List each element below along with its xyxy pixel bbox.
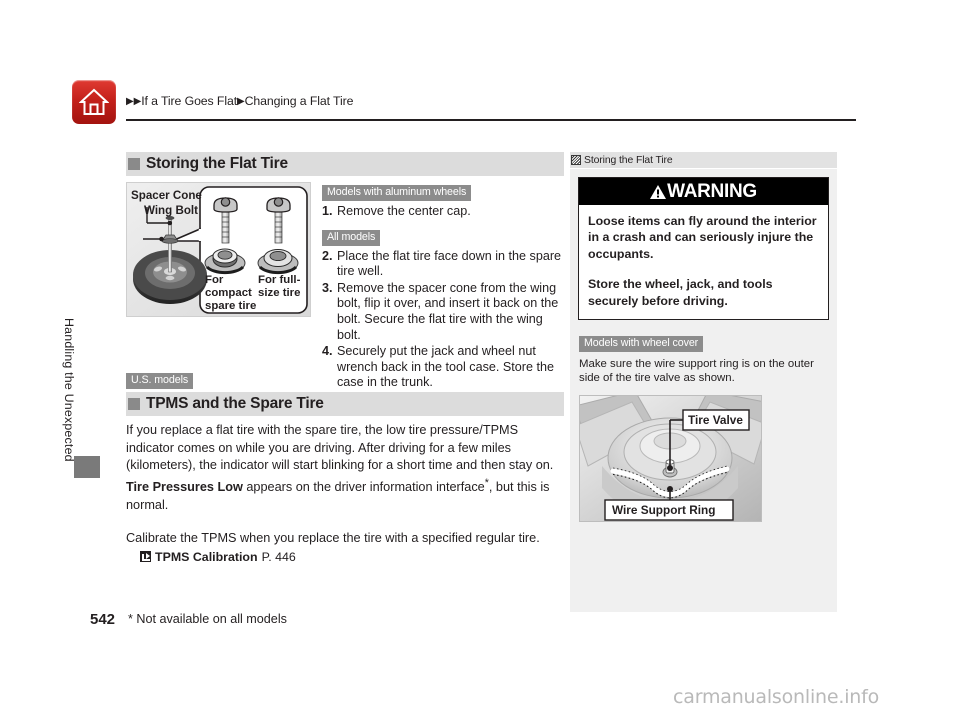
tpms-para1-part-a: If you replace a flat tire with the spar… [126, 423, 554, 473]
breadcrumb-prefix-icon: ▶▶ [126, 96, 142, 107]
section-heading-storing-flat-tire: Storing the Flat Tire [126, 152, 564, 176]
step-text: Place the flat tire face down in the spa… [337, 248, 562, 279]
section-bullet-icon [128, 158, 140, 170]
page-header: ▶▶If a Tire Goes Flat▶Changing a Flat Ti… [72, 80, 856, 128]
watermark: carmanualsonline.info [673, 686, 880, 708]
step-text: Remove the center cap. [337, 204, 471, 218]
header-divider [126, 119, 856, 121]
tpms-para1-part-b: appears on the driver information interf… [242, 480, 485, 495]
steps-list: Models with aluminum wheels 1. Remove th… [322, 182, 566, 392]
home-icon[interactable] [72, 80, 116, 124]
warning-title: WARNING [667, 180, 757, 202]
breadcrumb: ▶▶If a Tire Goes Flat▶Changing a Flat Ti… [126, 94, 353, 108]
tag-models-with-wheel-cover: Models with wheel cover [579, 336, 704, 353]
warning-title-bar: WARNING [579, 178, 828, 205]
tpms-para1-bold: Tire Pressures Low [126, 480, 243, 495]
figure-wire-support-ring: Tire Valve Wire Support Ring [579, 394, 762, 522]
svg-text:Wing Bolt: Wing Bolt [144, 204, 198, 217]
svg-text:For full-: For full- [258, 274, 301, 286]
warning-body: Loose items can fly around the interior … [579, 205, 828, 319]
figure-storing-flat-tire: Spacer Cone Wing Bolt For compact spare … [126, 182, 311, 317]
tpms-paragraph-1: If you replace a flat tire with the spar… [126, 422, 564, 514]
home-glyph [79, 88, 109, 115]
tpms-paragraph-2: Calibrate the TPMS when you replace the … [126, 531, 540, 546]
sidebar-subsection: Models with wheel cover Make sure the wi… [579, 333, 828, 386]
figure-storing-flat-tire-graphic: Spacer Cone Wing Bolt For compact spare … [127, 183, 310, 316]
sidebar-header: Storing the Flat Tire [570, 152, 837, 169]
svg-text:Tire Valve: Tire Valve [688, 413, 743, 427]
sidebar-marker-icon [571, 155, 581, 165]
svg-text:Wire Support Ring: Wire Support Ring [612, 503, 715, 517]
tag-models-with-aluminum-wheels: Models with aluminum wheels [322, 185, 472, 201]
page-footnote: * Not available on all models [128, 612, 287, 626]
chapter-spine-label: Handling the Unexpected [62, 318, 76, 462]
cross-reference-page: P. 446 [261, 549, 296, 564]
step-number: 3. [322, 280, 333, 295]
step-item: 1. Remove the center cap. [322, 204, 566, 220]
cross-reference-label: TPMS Calibration [155, 549, 258, 564]
chapter-spine-tab [74, 456, 100, 478]
section-title: Storing the Flat Tire [146, 155, 288, 172]
main-column: Storing the Flat Tire [126, 152, 564, 182]
cross-reference-tpms-calibration[interactable]: TPMS Calibration P. 446 [126, 550, 564, 564]
step-number: 1. [322, 204, 333, 218]
section-heading-tpms-spare-tire: TPMS and the Spare Tire [126, 392, 564, 416]
arrow-right-icon [140, 550, 151, 562]
tag-all-models: All models [322, 229, 381, 246]
step-item: 2. Place the flat tire face down in the … [322, 249, 566, 280]
tpms-section: U.S. models TPMS and the Spare Tire If y… [126, 370, 564, 564]
section-bullet-icon [128, 398, 140, 410]
sidebar-note-text: Make sure the wire support ring is on th… [579, 358, 814, 385]
step-number: 2. [322, 248, 333, 263]
figure-wire-support-ring-graphic: Tire Valve Wire Support Ring [580, 395, 761, 521]
svg-text:For: For [205, 274, 224, 286]
warning-paragraph-2: Store the wheel, jack, and tools securel… [588, 277, 773, 308]
svg-text:compact: compact [205, 287, 252, 299]
breadcrumb-item-2[interactable]: Changing a Flat Tire [245, 94, 354, 108]
page-number: 542 [90, 611, 116, 628]
svg-text:size tire: size tire [258, 287, 300, 299]
section-title: TPMS and the Spare Tire [146, 395, 324, 412]
step-item: 3. Remove the spacer cone from the wing … [322, 281, 566, 343]
warning-triangle-icon [650, 184, 667, 199]
step-text: Remove the spacer cone from the wing bol… [337, 280, 559, 342]
warning-paragraph-1: Loose items can fly around the interior … [588, 214, 817, 261]
svg-text:Spacer Cone: Spacer Cone [131, 189, 202, 202]
sidebar-panel: Storing the Flat Tire WARNING Loose item… [570, 152, 837, 612]
tag-us-models: U.S. models [126, 373, 194, 389]
svg-text:spare tire: spare tire [205, 300, 256, 312]
warning-box: WARNING Loose items can fly around the i… [578, 177, 829, 321]
sidebar-header-title: Storing the Flat Tire [584, 154, 673, 166]
breadcrumb-item-1[interactable]: If a Tire Goes Flat [141, 94, 237, 108]
breadcrumb-separator-icon: ▶ [237, 96, 245, 107]
